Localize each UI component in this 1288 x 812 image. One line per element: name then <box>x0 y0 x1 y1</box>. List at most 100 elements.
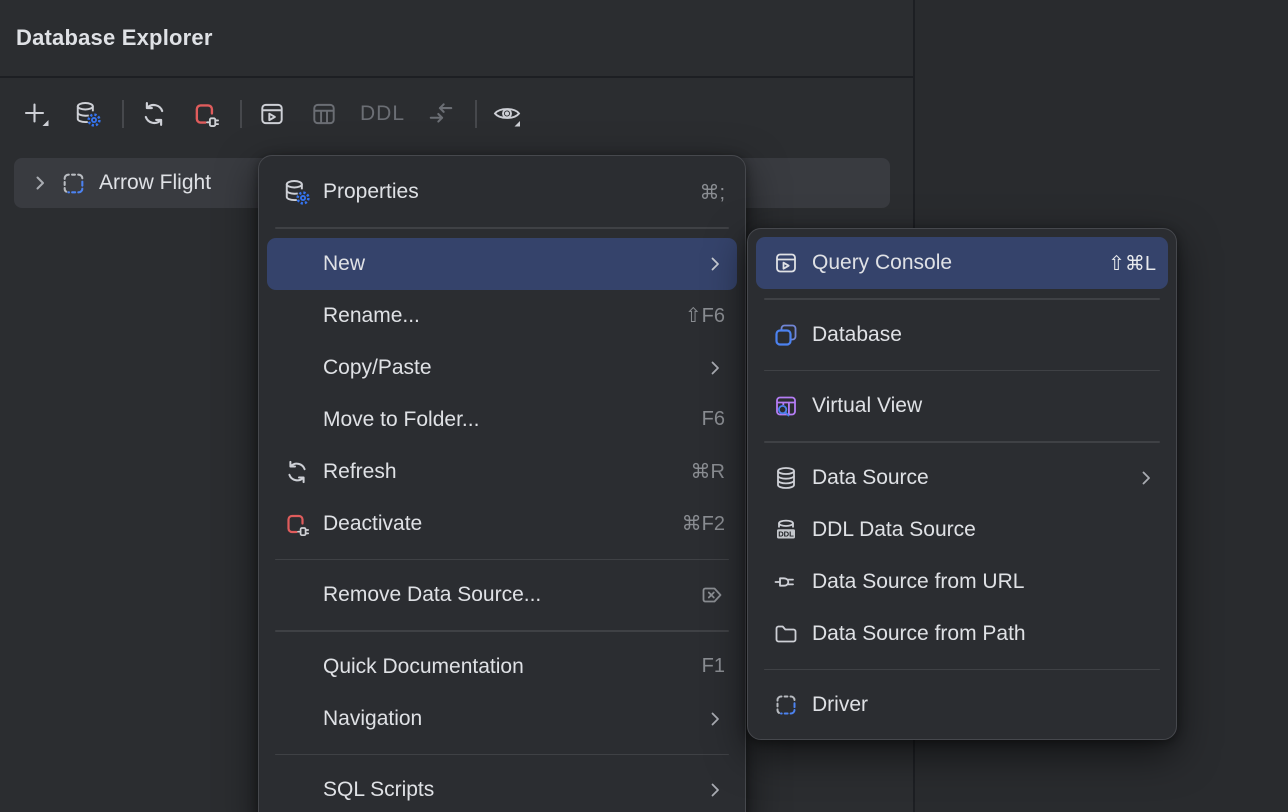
context-menu: Properties ⌘; New Rename... ⇧F6 Copy/Pas… <box>258 155 746 812</box>
menu-item-label: Database <box>812 323 1156 347</box>
menu-item-label: Data Source <box>812 466 1122 490</box>
data-source-properties-button[interactable] <box>68 94 108 134</box>
svg-text:DDL: DDL <box>778 529 794 538</box>
open-table-button[interactable] <box>304 94 344 134</box>
refresh-icon <box>140 100 168 128</box>
menu-separator <box>764 669 1160 671</box>
menu-item-deactivate[interactable]: Deactivate ⌘F2 <box>267 498 737 550</box>
submenu-chevron-icon <box>705 709 725 729</box>
compare-button[interactable] <box>421 94 461 134</box>
query-console-icon <box>772 249 800 277</box>
menu-item-copy-paste[interactable]: Copy/Paste <box>267 342 737 394</box>
deactivate-button[interactable] <box>186 94 226 134</box>
menu-item-shortcut: F1 <box>702 655 725 678</box>
new-submenu: Query Console ⇧⌘L Database <box>747 228 1177 740</box>
plug-icon <box>772 568 800 596</box>
jump-to-query-console-button[interactable] <box>252 94 292 134</box>
add-icon <box>21 99 51 129</box>
submenu-item-virtual-view[interactable]: Virtual View <box>756 380 1168 432</box>
database-squares-icon <box>772 321 800 349</box>
menu-item-shortcut: ⌘R <box>691 459 725 484</box>
submenu-chevron-icon <box>705 780 725 800</box>
icon-spacer <box>283 302 311 330</box>
menu-item-shortcut: ⌘F2 <box>682 511 725 536</box>
menu-item-label: Query Console <box>812 251 1094 275</box>
menu-item-shortcut: ⌘; <box>699 180 725 205</box>
menu-item-quick-documentation[interactable]: Quick Documentation F1 <box>267 641 737 693</box>
query-console-icon <box>258 100 286 128</box>
icon-spacer <box>283 581 311 609</box>
ddl-text-icon: DDL <box>356 102 409 126</box>
ddl-data-source-icon: DDL <box>772 516 800 544</box>
submenu-item-driver[interactable]: Driver <box>756 679 1168 731</box>
menu-item-shortcut: ⇧F6 <box>685 303 725 328</box>
submenu-item-ddl-data-source[interactable]: DDL DDL Data Source <box>756 504 1168 556</box>
menu-item-label: Move to Folder... <box>323 408 688 432</box>
icon-spacer <box>283 250 311 278</box>
driver-icon <box>772 691 800 719</box>
menu-item-properties[interactable]: Properties ⌘; <box>267 166 737 218</box>
menu-item-label: Properties <box>323 180 685 204</box>
menu-item-label: Refresh <box>323 460 677 484</box>
menu-separator <box>764 370 1160 372</box>
add-data-source-button[interactable] <box>16 94 56 134</box>
deactivate-plug-icon <box>283 510 311 538</box>
generate-ddl-button[interactable]: DDL <box>356 94 409 134</box>
panel-header: Database Explorer <box>0 0 913 78</box>
menu-item-shortcut: F6 <box>702 408 725 431</box>
virtual-view-icon <box>772 392 800 420</box>
submenu-item-query-console[interactable]: Query Console ⇧⌘L <box>756 237 1168 289</box>
chevron-right-icon[interactable] <box>28 171 52 195</box>
menu-item-move-to-folder[interactable]: Move to Folder... F6 <box>267 394 737 446</box>
database-settings-icon <box>283 178 311 206</box>
menu-item-sql-scripts[interactable]: SQL Scripts <box>267 764 737 812</box>
toolbar: DDL <box>0 78 913 150</box>
view-options-button[interactable] <box>487 94 527 134</box>
eye-icon <box>492 99 522 129</box>
icon-spacer <box>283 776 311 804</box>
menu-item-label: Copy/Paste <box>323 356 691 380</box>
menu-item-label: Data Source from URL <box>812 570 1156 594</box>
table-icon <box>310 100 338 128</box>
menu-item-label: DDL Data Source <box>812 518 1156 542</box>
menu-item-label: Deactivate <box>323 512 668 536</box>
menu-item-new[interactable]: New <box>267 238 737 290</box>
icon-spacer <box>283 406 311 434</box>
menu-item-label: Navigation <box>323 707 691 731</box>
toolbar-separator <box>122 100 124 128</box>
submenu-item-database[interactable]: Database <box>756 309 1168 361</box>
submenu-item-data-source-from-url[interactable]: Data Source from URL <box>756 556 1168 608</box>
menu-separator <box>275 630 729 632</box>
delete-right-icon <box>699 582 725 608</box>
icon-spacer <box>283 354 311 382</box>
icon-spacer <box>283 705 311 733</box>
menu-item-rename[interactable]: Rename... ⇧F6 <box>267 290 737 342</box>
menu-item-label: SQL Scripts <box>323 778 691 802</box>
driver-icon <box>60 170 87 197</box>
icon-spacer <box>283 653 311 681</box>
submenu-item-data-source[interactable]: Data Source <box>756 452 1168 504</box>
folder-icon <box>772 620 800 648</box>
menu-item-label: Data Source from Path <box>812 622 1156 646</box>
submenu-item-data-source-from-path[interactable]: Data Source from Path <box>756 608 1168 660</box>
menu-separator <box>275 559 729 561</box>
database-cylinder-icon <box>772 464 800 492</box>
submenu-chevron-icon <box>705 358 725 378</box>
menu-item-label: Driver <box>812 693 1156 717</box>
menu-item-shortcut: ⇧⌘L <box>1108 251 1156 276</box>
menu-separator <box>275 754 729 756</box>
refresh-button[interactable] <box>134 94 174 134</box>
tree-item-label: Arrow Flight <box>99 171 211 195</box>
menu-separator <box>764 441 1160 443</box>
database-settings-icon <box>74 100 102 128</box>
toolbar-separator <box>475 100 477 128</box>
menu-item-navigation[interactable]: Navigation <box>267 693 737 745</box>
menu-item-remove-data-source[interactable]: Remove Data Source... <box>267 569 737 621</box>
menu-item-label: Quick Documentation <box>323 655 688 679</box>
menu-separator <box>275 227 729 229</box>
menu-item-refresh[interactable]: Refresh ⌘R <box>267 446 737 498</box>
submenu-chevron-icon <box>705 254 725 274</box>
toolbar-separator <box>240 100 242 128</box>
refresh-icon <box>283 458 311 486</box>
submenu-chevron-icon <box>1136 468 1156 488</box>
